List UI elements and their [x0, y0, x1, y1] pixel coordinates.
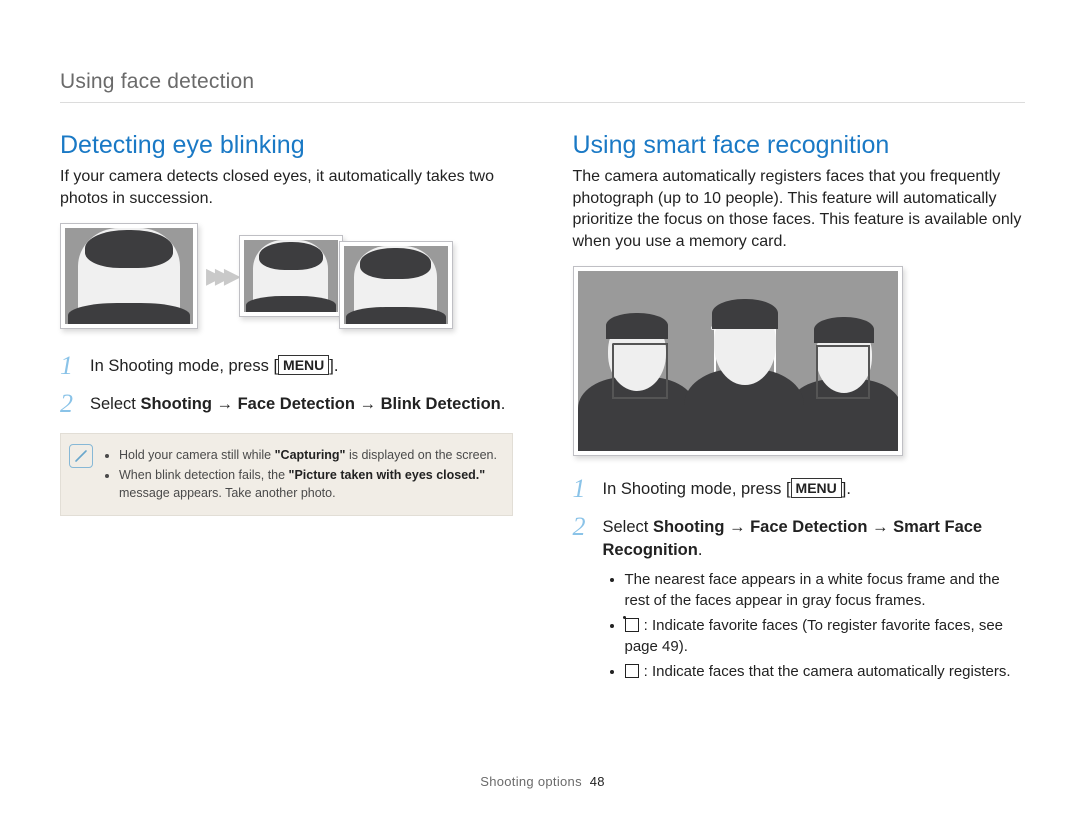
blink-illustration: ▶▶▶ [60, 223, 513, 329]
page-breadcrumb: Using face detection [60, 70, 1025, 103]
step-1: 1 In Shooting mode, press [MENU]. [573, 476, 1026, 502]
step-bold-path: Shooting → Face Detection → Smart Face R… [603, 518, 983, 559]
step-number: 2 [60, 391, 84, 417]
footer-section: Shooting options [480, 774, 582, 789]
step-body: Select Shooting → Face Detection → Smart… [603, 514, 1026, 685]
step-text: . [501, 395, 506, 413]
step-text: ]. [842, 480, 851, 498]
step-bold-path: Shooting → Face Detection → Blink Detect… [140, 395, 500, 413]
right-column: Using smart face recognition The camera … [573, 131, 1026, 698]
sub-bullet: The nearest face appears in a white focu… [625, 569, 1026, 611]
left-column: Detecting eye blinking If your camera de… [60, 131, 513, 698]
photo-result-2 [339, 241, 453, 329]
arrow-icon: ▶▶▶ [202, 263, 235, 289]
step-text: . [698, 541, 703, 559]
photo-result-1 [239, 235, 343, 317]
intro-blink: If your camera detects closed eyes, it a… [60, 166, 513, 209]
favorite-frame-icon [625, 618, 639, 632]
note-list: Hold your camera still while "Capturing"… [119, 444, 502, 504]
bullet-text: : Indicate favorite faces (To register f… [625, 617, 1004, 655]
auto-frame-icon [625, 664, 639, 678]
note-item: When blink detection fails, the "Picture… [119, 466, 502, 502]
section-title-smart: Using smart face recognition [573, 131, 1026, 160]
note-box: Hold your camera still while "Capturing"… [60, 433, 513, 515]
bullet-text: : Indicate faces that the camera automat… [640, 663, 1011, 680]
step-1: 1 In Shooting mode, press [MENU]. [60, 353, 513, 379]
footer-page-number: 48 [590, 774, 605, 789]
step-body: In Shooting mode, press [MENU]. [603, 476, 851, 501]
sub-bullet: : Indicate favorite faces (To register f… [625, 615, 1026, 657]
focus-frame-gray [612, 343, 668, 399]
focus-frame-gray [816, 345, 870, 399]
menu-key: MENU [791, 478, 842, 498]
page-footer: Shooting options 48 [60, 774, 1025, 789]
step-2: 2 Select Shooting → Face Detection → Bli… [60, 391, 513, 417]
group-photo-illustration [573, 266, 903, 456]
step-number: 2 [573, 514, 597, 540]
step-body: In Shooting mode, press [MENU]. [90, 353, 338, 378]
steps-blink: 1 In Shooting mode, press [MENU]. 2 Sele… [60, 353, 513, 417]
menu-key: MENU [278, 355, 329, 375]
step-text: ]. [329, 357, 338, 375]
step-text: Select [90, 395, 140, 413]
sub-bullet: : Indicate faces that the camera automat… [625, 661, 1026, 682]
photo-eyes-closed [60, 223, 198, 329]
note-item: Hold your camera still while "Capturing"… [119, 446, 502, 464]
note-icon [69, 444, 93, 468]
person-silhouette [690, 281, 800, 451]
step-number: 1 [60, 353, 84, 379]
section-title-blink: Detecting eye blinking [60, 131, 513, 160]
manual-page: Using face detection Detecting eye blink… [0, 0, 1080, 829]
intro-smart: The camera automatically registers faces… [573, 166, 1026, 252]
step-body: Select Shooting → Face Detection → Blink… [90, 391, 505, 416]
two-column-layout: Detecting eye blinking If your camera de… [60, 131, 1025, 698]
step-number: 1 [573, 476, 597, 502]
step-2: 2 Select Shooting → Face Detection → Sma… [573, 514, 1026, 685]
step-text: Select [603, 518, 653, 536]
step-text: In Shooting mode, press [ [603, 480, 791, 498]
steps-smart: 1 In Shooting mode, press [MENU]. 2 Sele… [573, 476, 1026, 685]
sub-bullets: The nearest face appears in a white focu… [625, 569, 1026, 682]
step-text: In Shooting mode, press [ [90, 357, 278, 375]
